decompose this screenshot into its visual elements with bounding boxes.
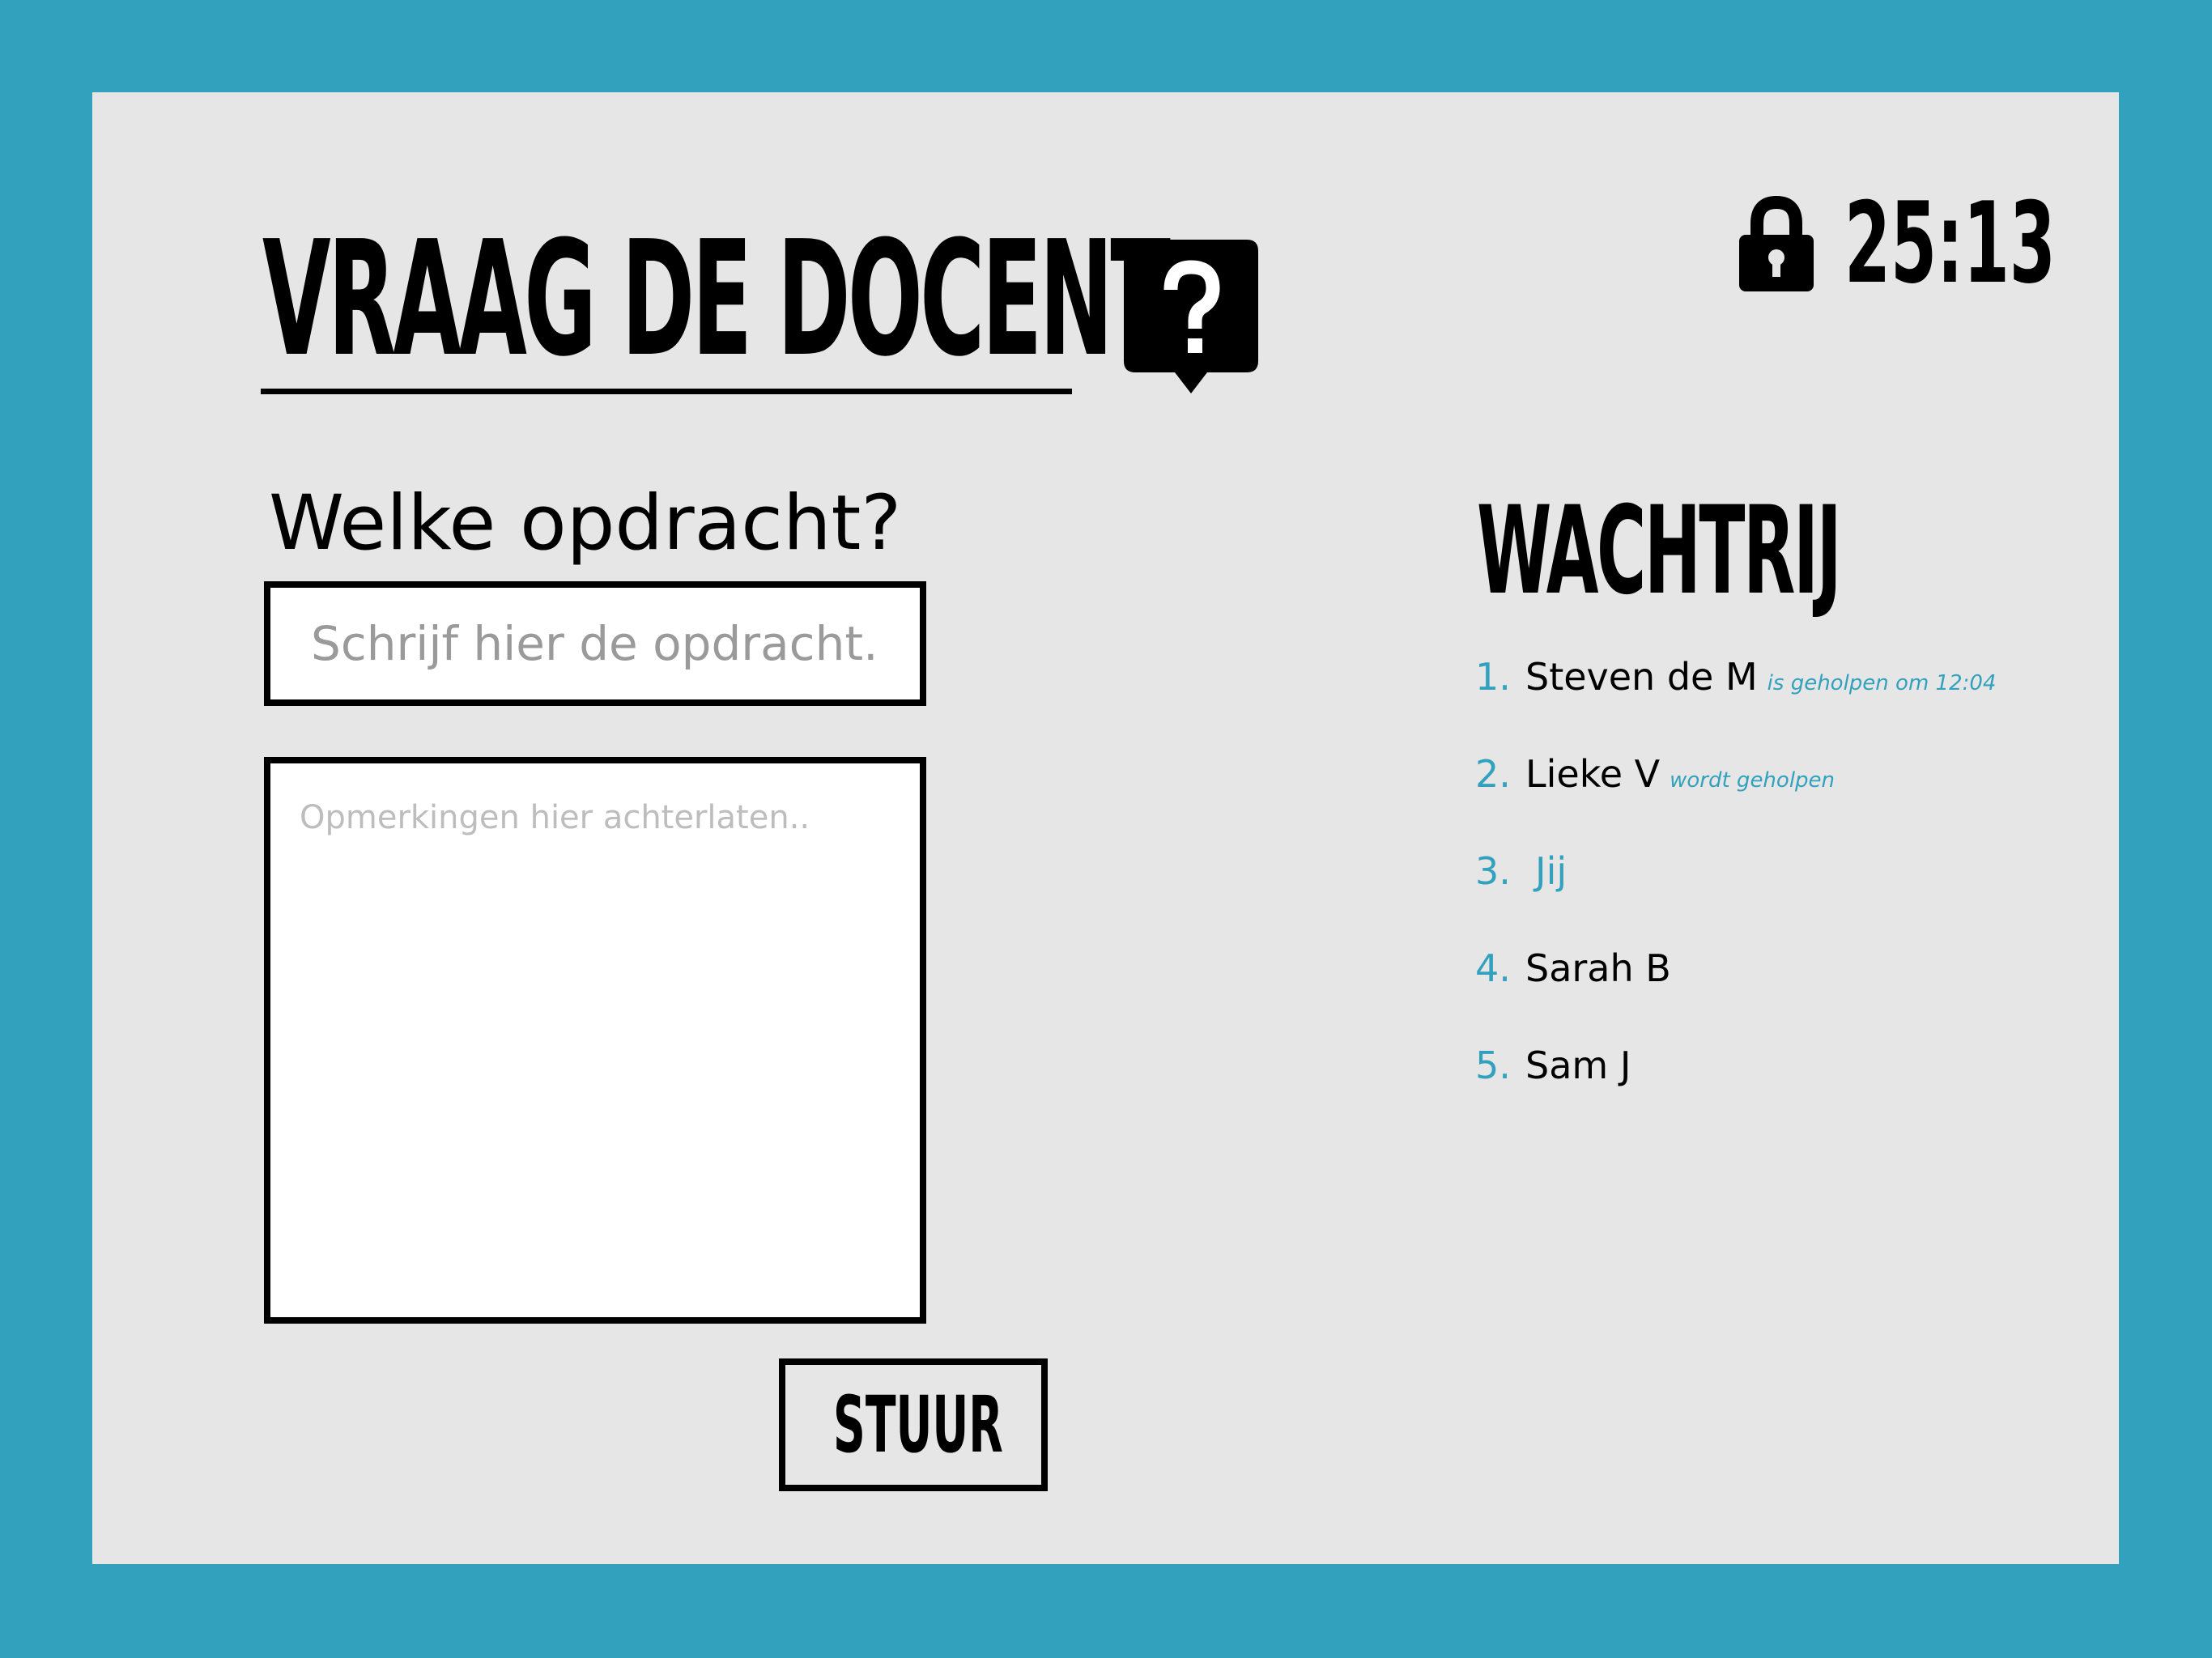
queue-item-number: 3. <box>1475 849 1511 893</box>
queue-item-name: Jij <box>1535 849 1568 893</box>
queue-item-status: wordt geholpen <box>1670 768 1836 793</box>
page-title: VRAAG DE DOCENT <box>262 207 1171 392</box>
question-label: Welke opdracht? <box>269 479 902 568</box>
queue-item-you: 3. Jij <box>1475 847 1996 944</box>
title-underline <box>261 389 1072 394</box>
task-input[interactable] <box>264 581 926 706</box>
queue-item-name: Sarah B <box>1525 946 1671 990</box>
queue-item-name: Sam J <box>1525 1044 1631 1087</box>
queue-item-name: Lieke V <box>1525 752 1661 796</box>
queue-list: 1. Steven de M is geholpen om 12:04 2. L… <box>1475 653 1996 1138</box>
lock-icon <box>1739 195 1814 291</box>
remarks-input[interactable] <box>264 757 926 1324</box>
queue-item: 2. Lieke V wordt geholpen <box>1475 750 1996 847</box>
queue-item-number: 5. <box>1475 1044 1511 1087</box>
send-button[interactable]: STUUR <box>779 1358 1048 1491</box>
queue-item: 4. Sarah B <box>1475 944 1996 1041</box>
queue-item-status: is geholpen om 12:04 <box>1767 671 1997 695</box>
queue-item-number: 2. <box>1475 752 1511 796</box>
queue-item-name: Steven de M <box>1525 655 1758 699</box>
queue-item-number: 1. <box>1475 655 1511 699</box>
send-button-label: STUUR <box>833 1380 1003 1470</box>
queue-title: WACHTRIJ <box>1477 481 1842 622</box>
question-bubble-icon <box>1124 240 1258 393</box>
queue-item-number: 4. <box>1475 946 1511 990</box>
timer: 25:13 <box>1844 178 2056 308</box>
queue-item: 5. Sam J <box>1475 1041 1996 1138</box>
queue-item: 1. Steven de M is geholpen om 12:04 <box>1475 653 1996 750</box>
